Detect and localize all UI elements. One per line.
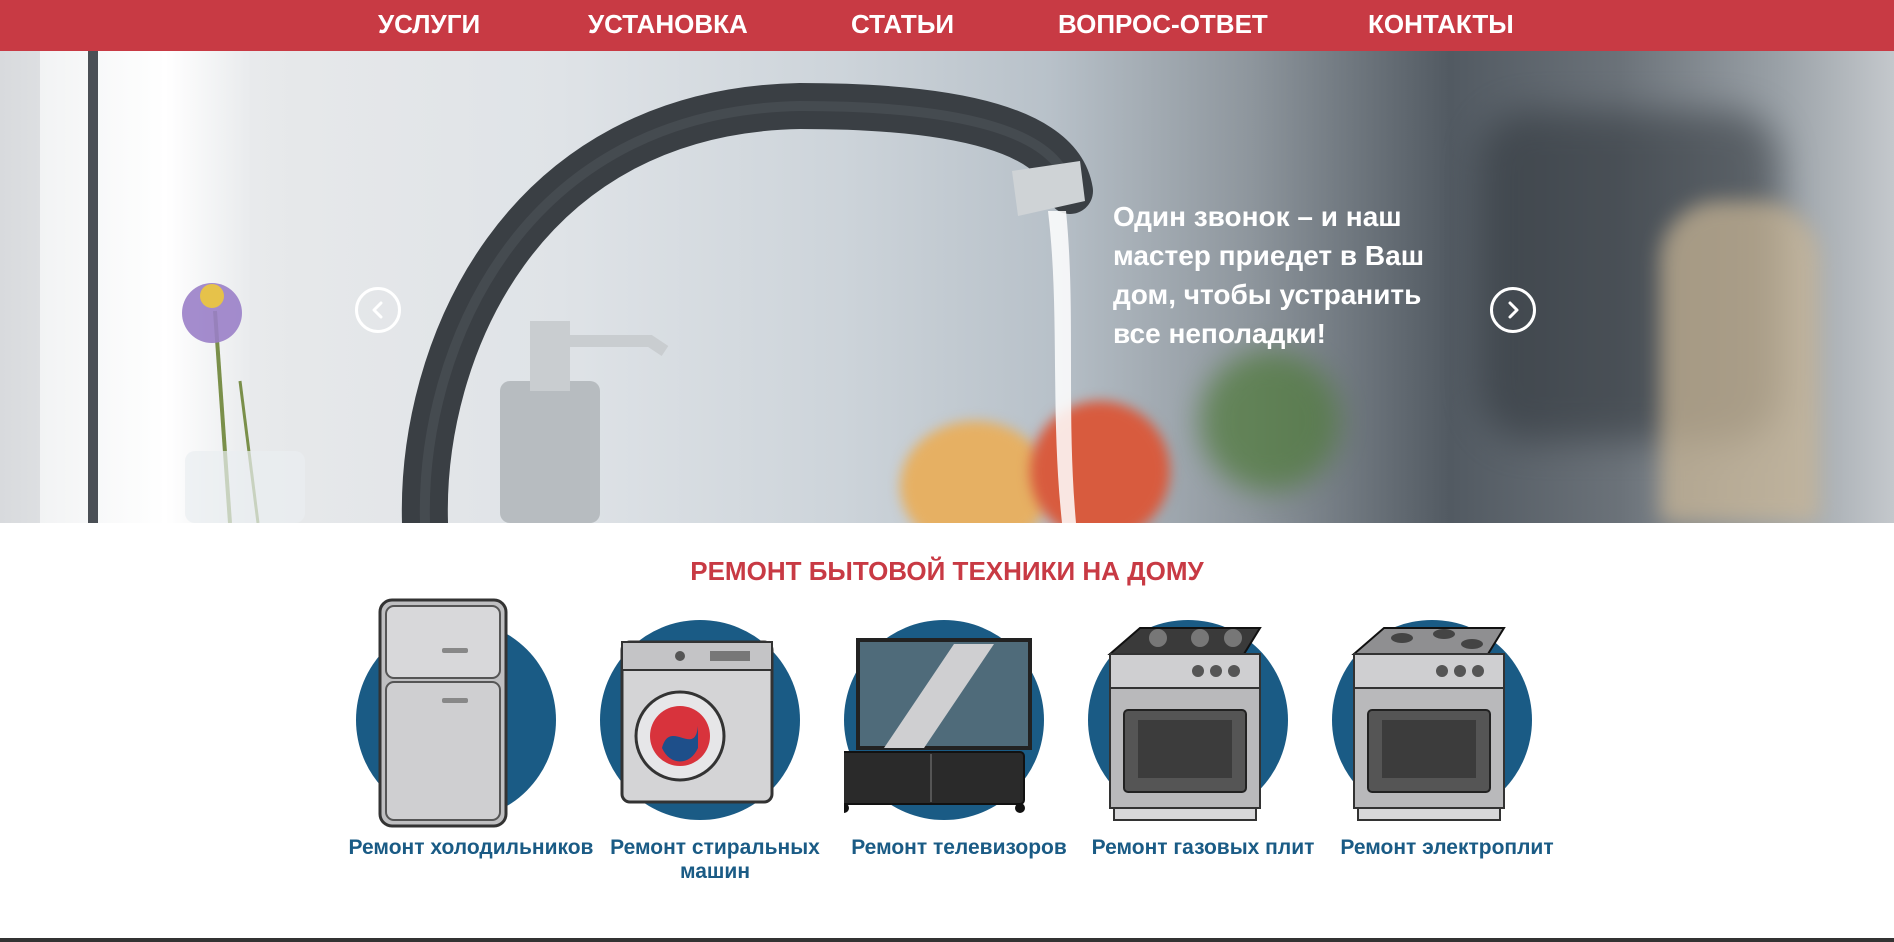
service-label[interactable]: Ремонт холодильников	[346, 836, 596, 860]
slider-next-button[interactable]	[1490, 287, 1536, 333]
nav-item-kontakty[interactable]: КОНТАКТЫ	[1368, 0, 1514, 51]
bottom-divider	[0, 938, 1894, 942]
service-label[interactable]: Ремонт стиральных машин	[590, 836, 840, 884]
top-nav: УСЛУГИ УСТАНОВКА СТАТЬИ ВОПРОС-ОТВЕТ КОН…	[0, 0, 1894, 51]
slider-prev-button[interactable]	[355, 287, 401, 333]
nav-item-stati[interactable]: СТАТЬИ	[851, 0, 954, 51]
washing-machine-icon	[620, 640, 774, 804]
hero-slogan: Один звонок – и наш мастер приедет в Ваш…	[1113, 201, 1425, 349]
refrigerator-icon	[378, 598, 508, 828]
chevron-left-icon	[372, 301, 383, 319]
electric-stove-icon	[1351, 627, 1506, 821]
nav-item-faq[interactable]: ВОПРОС-ОТВЕТ	[1058, 0, 1268, 51]
chevron-right-icon	[1508, 301, 1519, 319]
services-title: РЕМОНТ БЫТОВОЙ ТЕХНИКИ НА ДОМУ	[690, 556, 1204, 586]
service-label[interactable]: Ремонт телевизоров	[834, 836, 1084, 860]
gas-stove-icon	[1107, 627, 1262, 821]
faucet-image	[182, 82, 1093, 523]
hero-slider: Один звонок – и наш мастер приедет в Ваш…	[0, 51, 1894, 523]
nav-item-uslugi[interactable]: УСЛУГИ	[378, 0, 480, 51]
service-label[interactable]: Ремонт электроплит	[1322, 836, 1572, 860]
nav-item-ustanovka[interactable]: УСТАНОВКА	[588, 0, 748, 51]
service-label[interactable]: Ремонт газовых плит	[1078, 836, 1328, 860]
tv-icon	[844, 638, 1032, 813]
